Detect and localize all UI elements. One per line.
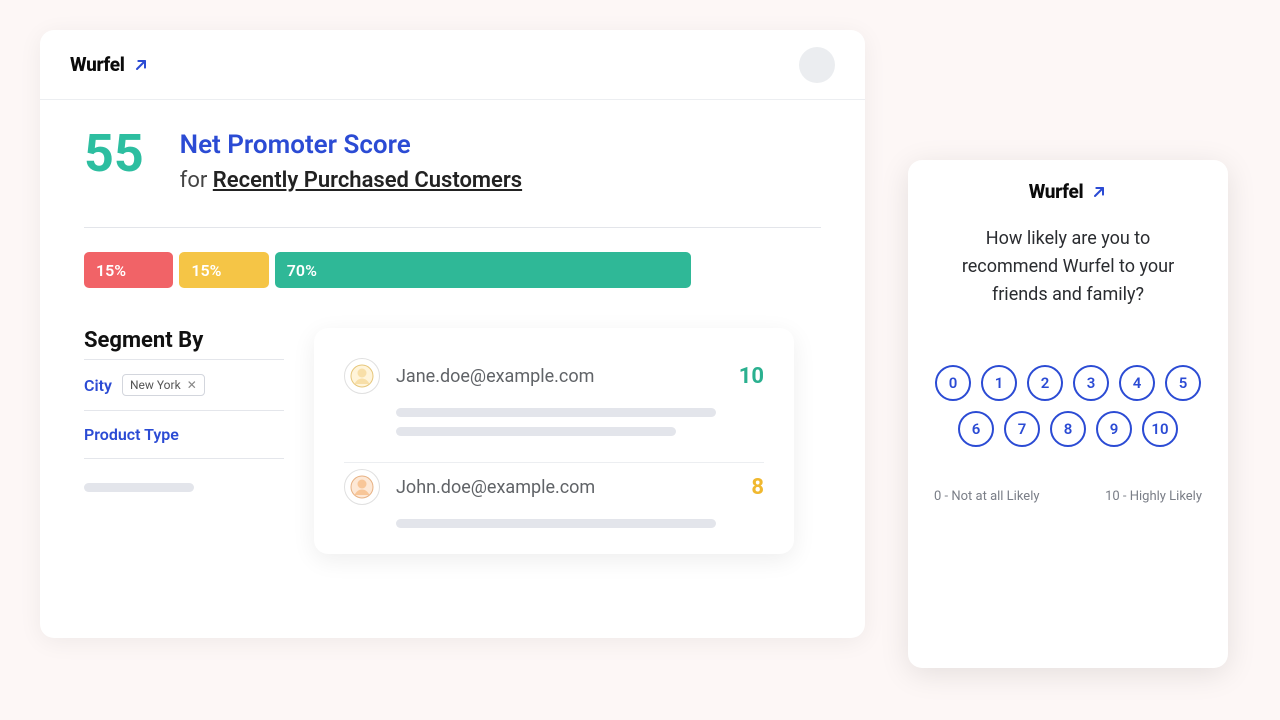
segment-filter-city[interactable]: City New York ✕ xyxy=(84,359,284,411)
rating-option-6[interactable]: 6 xyxy=(958,411,994,447)
logo-text: Wurfel xyxy=(70,53,125,76)
rating-option-0[interactable]: 0 xyxy=(935,365,971,401)
dashboard-card: Wurfel 55 Net Promoter Score for Recentl… xyxy=(40,30,865,638)
response-email: Jane.doe@example.com xyxy=(396,366,723,387)
nps-distribution-chart: 15% 15% 70% xyxy=(84,252,691,288)
nps-sub-prefix: for xyxy=(180,168,208,193)
segment-link[interactable]: Recently Purchased Customers xyxy=(213,168,522,193)
rating-option-9[interactable]: 9 xyxy=(1096,411,1132,447)
segment-filter-label: City xyxy=(84,376,112,395)
scale-labels: 0 - Not at all Likely 10 - Highly Likely xyxy=(930,489,1206,504)
logo[interactable]: Wurfel xyxy=(70,53,149,76)
response-score: 10 xyxy=(739,364,764,389)
user-avatar[interactable] xyxy=(799,47,835,83)
nps-title: Net Promoter Score xyxy=(180,130,522,160)
logo-text: Wurfel xyxy=(1029,180,1084,203)
response-email: John.doe@example.com xyxy=(396,477,735,498)
response-row[interactable]: Jane.doe@example.com 10 xyxy=(344,352,764,463)
divider xyxy=(84,227,821,228)
responses-card: Jane.doe@example.com 10 John.doe@example… xyxy=(314,328,794,554)
arrow-up-right-icon xyxy=(1091,184,1107,200)
placeholder-line xyxy=(84,483,194,492)
segment-filter-product-type[interactable]: Product Type xyxy=(84,411,284,459)
logo[interactable]: Wurfel xyxy=(1029,180,1108,203)
header: Wurfel xyxy=(40,30,865,100)
avatar xyxy=(344,358,380,394)
rating-option-2[interactable]: 2 xyxy=(1027,365,1063,401)
rating-option-4[interactable]: 4 xyxy=(1119,365,1155,401)
rating-option-5[interactable]: 5 xyxy=(1165,365,1201,401)
rating-option-3[interactable]: 3 xyxy=(1073,365,1109,401)
segment-panel: Segment By City New York ✕ Product Type xyxy=(84,328,284,492)
survey-question: How likely are you to recommend Wurfel t… xyxy=(930,225,1206,309)
rating-option-1[interactable]: 1 xyxy=(981,365,1017,401)
survey-card: Wurfel How likely are you to recommend W… xyxy=(908,160,1228,668)
rating-options: 0 1 2 3 4 5 6 7 8 9 10 xyxy=(928,365,1208,447)
detractors-bar: 15% xyxy=(84,252,173,288)
segment-filter-label: Product Type xyxy=(84,425,179,444)
arrow-up-right-icon xyxy=(133,57,149,73)
nps-score: 55 xyxy=(84,128,144,180)
scale-max-label: 10 - Highly Likely xyxy=(1105,489,1202,504)
placeholder-line xyxy=(396,519,716,528)
segment-by-title: Segment By xyxy=(84,328,284,353)
close-icon[interactable]: ✕ xyxy=(187,378,197,392)
scale-min-label: 0 - Not at all Likely xyxy=(934,489,1040,504)
rating-option-8[interactable]: 8 xyxy=(1050,411,1086,447)
response-score: 8 xyxy=(751,475,764,500)
filter-chip-label: New York xyxy=(130,378,181,392)
placeholder-line xyxy=(396,408,716,417)
passives-bar: 15% xyxy=(179,252,268,288)
promoters-bar: 70% xyxy=(275,252,691,288)
nps-summary: 55 Net Promoter Score for Recently Purch… xyxy=(84,128,821,193)
rating-option-7[interactable]: 7 xyxy=(1004,411,1040,447)
rating-option-10[interactable]: 10 xyxy=(1142,411,1178,447)
filter-chip[interactable]: New York ✕ xyxy=(122,374,205,396)
response-row[interactable]: John.doe@example.com 8 xyxy=(344,463,764,544)
avatar xyxy=(344,469,380,505)
placeholder-line xyxy=(396,427,676,436)
nps-subtitle: for Recently Purchased Customers xyxy=(180,168,522,193)
